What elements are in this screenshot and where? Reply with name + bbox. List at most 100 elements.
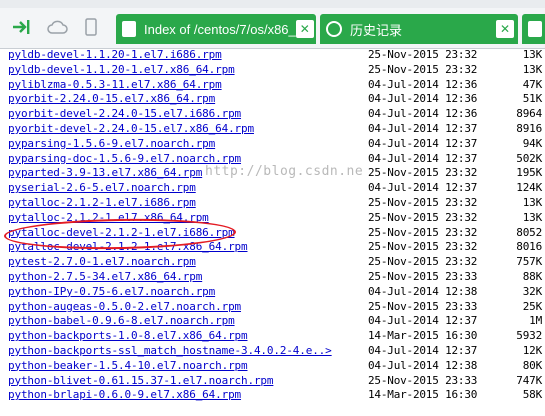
file-link[interactable]: pyldb-devel-1.1.20-1.el7.i686.rpm (8, 48, 222, 63)
file-size: 8016 (516, 240, 542, 254)
close-icon[interactable]: ✕ (496, 20, 514, 38)
cloud-icon[interactable] (44, 14, 70, 40)
file-link[interactable]: python-babel-0.9.6-8.el7.noarch.rpm (8, 314, 235, 329)
file-link[interactable]: python-backports-ssl_match_hostname-3.4.… (8, 344, 332, 359)
list-item: python-backports-1.0-8.el7.x86_64.rpm 14-… (0, 329, 545, 344)
list-item: pyorbit-devel-2.24.0-15.el7.x86_64.rpm 04… (0, 122, 545, 137)
file-size: 47K (522, 77, 542, 91)
file-size: 502K (516, 151, 542, 165)
file-link[interactable]: python-blivet-0.61.15.37-1.el7.noarch.rp… (8, 374, 274, 389)
file-size: 757K (516, 255, 542, 269)
file-link[interactable]: pyldb-devel-1.1.20-1.el7.x86_64.rpm (8, 63, 235, 78)
list-item: pyldb-devel-1.1.20-1.el7.i686.rpm 25-Nov-… (0, 48, 545, 63)
list-item: python-IPy-0.75-6.el7.noarch.rpm 04-Jul-2… (0, 285, 545, 300)
list-item: pyserial-2.6-5.el7.noarch.rpm 04-Jul-2014… (0, 181, 545, 196)
modified-date: 04-Jul-2014 12:37 (368, 121, 478, 135)
modified-date: 04-Jul-2014 12:37 (368, 181, 478, 195)
list-item: pyparsing-1.5.6-9.el7.noarch.rpm 04-Jul-2… (0, 137, 545, 152)
modified-date: 25-Nov-2015 23:32 (368, 166, 478, 180)
file-size: 13K (522, 210, 542, 224)
file-size: 12K (522, 343, 542, 357)
modified-date: 04-Jul-2014 12:38 (368, 358, 478, 372)
file-link[interactable]: pytalloc-2.1.2-1.el7.i686.rpm (8, 196, 196, 211)
close-icon[interactable]: ✕ (295, 20, 314, 38)
file-link[interactable]: pyorbit-2.24.0-15.el7.x86_64.rpm (8, 92, 215, 107)
file-size: 1M (529, 314, 542, 328)
file-size: 88K (522, 269, 542, 283)
file-size: 195K (516, 166, 542, 180)
list-item: pytest-2.7.0-1.el7.noarch.rpm 25-Nov-2015… (0, 255, 545, 270)
file-link[interactable]: pytest-2.7.0-1.el7.noarch.rpm (8, 255, 196, 270)
file-size: 32K (522, 284, 542, 298)
tab-history[interactable]: 历史记录 ✕ (320, 14, 518, 44)
modified-date: 25-Nov-2015 23:33 (368, 299, 478, 313)
modified-date: 25-Nov-2015 23:33 (368, 373, 478, 387)
file-size: 25K (522, 299, 542, 313)
list-item: python-backports-ssl_match_hostname-3.4.… (0, 344, 545, 359)
file-link[interactable]: python-brlapi-0.6.0-9.el7.x86_64.rpm (8, 388, 241, 403)
modified-date: 04-Jul-2014 12:37 (368, 343, 478, 357)
file-link[interactable]: python-augeas-0.5.0-2.el7.noarch.rpm (8, 300, 241, 315)
list-item: pyorbit-devel-2.24.0-15.el7.i686.rpm 04-J… (0, 107, 545, 122)
browser-toolbar: Index of /centos/7/os/x86_ ✕ 历史记录 ✕ (0, 8, 545, 49)
file-size: 13K (522, 62, 542, 76)
modified-date: 25-Nov-2015 23:32 (368, 210, 478, 224)
modified-date: 04-Jul-2014 12:36 (368, 107, 478, 121)
file-link[interactable]: python-backports-1.0-8.el7.x86_64.rpm (8, 329, 248, 344)
list-item: python-augeas-0.5.0-2.el7.noarch.rpm 25-N… (0, 300, 545, 315)
file-size: 13K (522, 48, 542, 61)
file-size: 51K (522, 92, 542, 106)
modified-date: 25-Nov-2015 23:32 (368, 225, 478, 239)
list-item: python-babel-0.9.6-8.el7.noarch.rpm 04-Ju… (0, 314, 545, 329)
modified-date: 25-Nov-2015 23:33 (368, 269, 478, 283)
list-item: pyorbit-2.24.0-15.el7.x86_64.rpm 04-Jul-2… (0, 92, 545, 107)
page-icon (122, 21, 136, 37)
modified-date: 04-Jul-2014 12:37 (368, 151, 478, 165)
file-link[interactable]: pyparted-3.9-13.el7.x86_64.rpm (8, 166, 202, 181)
file-size: 124K (516, 181, 542, 195)
file-size: 58K (522, 388, 542, 402)
modified-date: 04-Jul-2014 12:38 (368, 284, 478, 298)
file-size: 80K (522, 358, 542, 372)
file-link[interactable]: pyorbit-devel-2.24.0-15.el7.x86_64.rpm (8, 122, 254, 137)
mobile-device-icon[interactable] (78, 14, 104, 40)
list-item: pytalloc-2.1.2-1.el7.i686.rpm 25-Nov-2015… (0, 196, 545, 211)
modified-date: 14-Mar-2015 16:30 (368, 388, 478, 402)
list-item: python-2.7.5-34.el7.x86_64.rpm 25-Nov-201… (0, 270, 545, 285)
tab-title: 历史记录 (350, 22, 403, 38)
file-link[interactable]: python-IPy-0.75-6.el7.noarch.rpm (8, 285, 215, 300)
list-item: python-brlapi-0.6.0-9.el7.x86_64.rpm 14-M… (0, 388, 545, 403)
file-link[interactable]: pyserial-2.6-5.el7.noarch.rpm (8, 181, 196, 196)
file-size: 94K (522, 136, 542, 150)
file-size: 13K (522, 195, 542, 209)
tab-title: Index of /centos/7/os/x86_ (144, 21, 296, 37)
modified-date: 04-Jul-2014 12:36 (368, 77, 478, 91)
file-link[interactable]: python-beaker-1.5.4-10.el7.noarch.rpm (8, 359, 248, 374)
file-size: 8964 (516, 107, 542, 121)
list-item: pyldb-devel-1.1.20-1.el7.x86_64.rpm 25-No… (0, 63, 545, 78)
page-icon (528, 21, 542, 37)
file-size: 8916 (516, 121, 542, 135)
file-size: 8052 (516, 225, 542, 239)
watermark: http://blog.csdn.ne (205, 164, 364, 179)
modified-date: 25-Nov-2015 23:32 (368, 48, 478, 61)
tab-directory-index[interactable]: Index of /centos/7/os/x86_ ✕ (116, 14, 316, 44)
history-icon (326, 21, 342, 37)
list-item: pyliblzma-0.5.3-11.el7.x86_64.rpm 04-Jul-… (0, 78, 545, 93)
file-link[interactable]: pyliblzma-0.5.3-11.el7.x86_64.rpm (8, 78, 222, 93)
list-item: python-blivet-0.61.15.37-1.el7.noarch.rp… (0, 374, 545, 389)
list-item: python-beaker-1.5.4-10.el7.noarch.rpm 04-… (0, 359, 545, 374)
file-link[interactable]: python-2.7.5-34.el7.x86_64.rpm (8, 270, 202, 285)
file-link[interactable]: pyorbit-devel-2.24.0-15.el7.i686.rpm (8, 107, 241, 122)
file-size: 747K (516, 373, 542, 387)
modified-date: 04-Jul-2014 12:37 (368, 314, 478, 328)
modified-date: 14-Mar-2015 16:30 (368, 329, 478, 343)
modified-date: 25-Nov-2015 23:32 (368, 240, 478, 254)
modified-date: 25-Nov-2015 23:32 (368, 195, 478, 209)
file-link[interactable]: pyparsing-1.5.6-9.el7.noarch.rpm (8, 137, 215, 152)
sidebar-toggle-icon[interactable] (8, 14, 34, 40)
modified-date: 04-Jul-2014 12:37 (368, 136, 478, 150)
modified-date: 04-Jul-2014 12:36 (368, 92, 478, 106)
tab-partial[interactable] (522, 14, 545, 44)
modified-date: 25-Nov-2015 23:32 (368, 62, 478, 76)
